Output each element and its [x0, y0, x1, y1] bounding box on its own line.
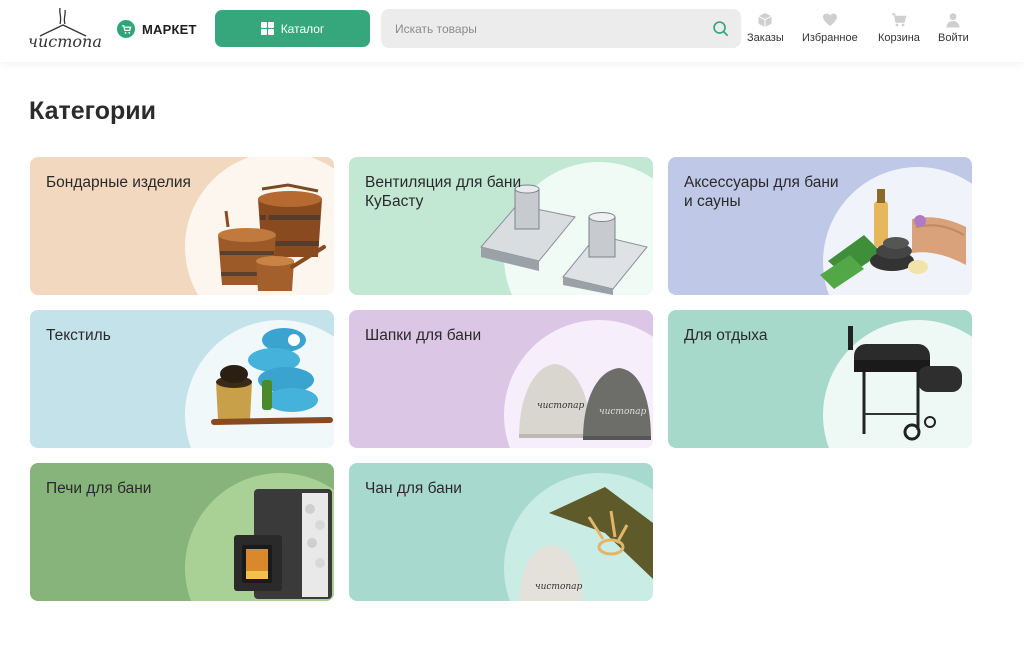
svg-text:чистопар: чистопар: [599, 407, 647, 417]
svg-text:чистопар: чистопар: [535, 582, 583, 592]
category-label: Для отдыха: [684, 327, 768, 344]
nav-cart-label: Корзина: [878, 32, 920, 44]
catalog-label: Каталог: [280, 21, 325, 36]
cart-badge-icon: [117, 20, 135, 38]
header: чистопар МАРКЕТ Каталог Заказы Избранное…: [0, 0, 1024, 62]
category-card-leisure[interactable]: Для отдыха: [668, 310, 972, 448]
market-link[interactable]: МАРКЕТ: [117, 19, 197, 39]
box-icon: [758, 13, 773, 27]
category-card-ventilation[interactable]: Вентиляция для бани КуБасту: [349, 157, 653, 295]
page-title: Категории: [29, 97, 156, 125]
logo[interactable]: чистопар: [26, 6, 102, 54]
search-bar: [381, 9, 741, 48]
category-card-textile[interactable]: Текстиль: [30, 310, 334, 448]
svg-text:чистопар: чистопар: [28, 32, 102, 51]
category-label: Вентиляция для бани КуБасту: [365, 174, 522, 210]
nav-login-label: Войти: [938, 32, 969, 44]
category-label: Текстиль: [46, 327, 111, 344]
category-card-accessories[interactable]: Аксессуары для бани и сауны: [668, 157, 972, 295]
category-label: Шапки для бани: [365, 327, 482, 344]
grid-icon: [260, 22, 274, 35]
category-card-hats[interactable]: Шапки для бани чистопар чистопар: [349, 310, 653, 448]
market-label: МАРКЕТ: [142, 21, 197, 37]
nav-cart[interactable]: Корзина: [878, 12, 920, 44]
nav-login[interactable]: Войти: [938, 12, 969, 44]
svg-text:чистопар: чистопар: [537, 401, 585, 411]
cart-icon: [891, 13, 907, 27]
category-label: Аксессуары для бани и сауны: [684, 174, 839, 210]
category-label: Чан для бани: [365, 480, 462, 497]
nav-favorites-label: Избранное: [802, 32, 858, 44]
search-input[interactable]: [381, 9, 701, 48]
category-card-vat[interactable]: Чан для бани чистопар: [349, 463, 653, 601]
catalog-button[interactable]: Каталог: [215, 10, 370, 47]
nav-favorites[interactable]: Избранное: [802, 12, 858, 44]
category-card-cooperage[interactable]: Бондарные изделия: [30, 157, 334, 295]
heart-icon: [822, 13, 837, 26]
category-label: Бондарные изделия: [46, 174, 191, 191]
category-label: Печи для бани: [46, 480, 152, 497]
user-icon: [946, 13, 960, 28]
nav-orders[interactable]: Заказы: [747, 12, 784, 44]
search-icon[interactable]: [712, 20, 729, 37]
nav-orders-label: Заказы: [747, 32, 784, 44]
category-card-stoves[interactable]: Печи для бани: [30, 463, 334, 601]
